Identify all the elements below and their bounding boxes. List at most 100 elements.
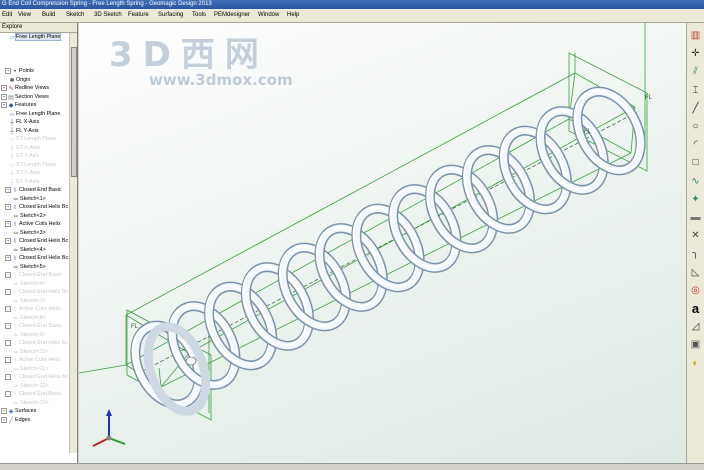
tree-item[interactable]: ┼ ST Y-Axis [9, 152, 39, 160]
menu-window[interactable]: Window [258, 12, 279, 18]
tree-item[interactable]: ▱ Free Length Plane [9, 110, 61, 118]
expand-toggle[interactable]: + [1, 408, 7, 414]
tree-item[interactable]: ✏Sketch<5> [13, 263, 45, 271]
expand-toggle[interactable]: + [5, 68, 11, 74]
menu-surfacing[interactable]: Surfacing [158, 12, 183, 18]
menu-sketch[interactable]: Sketch [66, 12, 84, 18]
expand-toggle[interactable]: + [5, 306, 11, 312]
fillet-icon[interactable]: ╮ [689, 247, 702, 260]
expand-toggle[interactable]: + [1, 102, 7, 108]
expand-toggle[interactable]: + [1, 93, 7, 100]
tree-item[interactable]: + • Points [5, 67, 34, 75]
sketch-icon: ✏ [13, 247, 19, 254]
menu-tools[interactable]: Tools [192, 12, 206, 18]
tree-item[interactable]: ✏Sketch<6> [13, 280, 45, 288]
tree-item[interactable]: + ⌇ Closed End Helix Bc [5, 254, 68, 262]
tree-item[interactable]: ✏Sketch<13> [13, 399, 48, 407]
cube-icon[interactable]: ▣ [689, 338, 702, 351]
rectangle-icon[interactable]: □ [689, 156, 702, 169]
arc-icon[interactable]: ◜ [689, 138, 702, 151]
tree-item[interactable]: ▱ ST Length Plane [9, 161, 56, 169]
tree-item[interactable]: ✏Sketch<4> [13, 246, 45, 254]
tree-item[interactable]: + ⌇ Closed End Helix Bc [5, 288, 68, 296]
tree-item[interactable]: + ⌇ Closed End Helix Bc [5, 373, 68, 381]
expand-toggle[interactable]: + [5, 374, 11, 380]
tree-item[interactable]: ✏Sketch<7> [13, 297, 45, 305]
menu-3d-sketch[interactable]: 3D Sketch [94, 12, 122, 18]
tree-item[interactable]: + ⌇ Closed End Basic [5, 390, 62, 398]
tree-item[interactable]: + ⌇ Active Coils Helix [5, 356, 61, 364]
tree-item[interactable]: ✏Sketch<1> [13, 195, 45, 203]
tree-item[interactable]: ✏Sketch<2> [13, 212, 45, 220]
explorer-scrollbar[interactable] [69, 33, 77, 453]
tree-item[interactable]: ✏Sketch<8> [13, 314, 45, 322]
3d-viewport[interactable]: FL FL FL 3D西网 www.3dmox.com [79, 23, 686, 463]
surfaces-icon: ◈ [8, 409, 14, 415]
expand-toggle[interactable]: + [5, 187, 11, 193]
tree-item[interactable]: ▱ Free Length Plane [9, 33, 62, 41]
expand-toggle[interactable]: + [5, 289, 11, 295]
tree-item[interactable]: ✏Sketch<12> [13, 382, 48, 390]
parallel-lines-icon[interactable]: ⫽ [689, 65, 702, 78]
tree-item-label: FL X-Axis [16, 119, 40, 125]
expand-toggle[interactable]: + [1, 85, 7, 91]
tree-item[interactable]: + ⌇ Closed End Basic [5, 186, 62, 194]
dimension-icon[interactable]: ⌶ [689, 84, 702, 97]
expand-toggle[interactable]: + [1, 416, 7, 423]
circle-red-icon[interactable]: ◎ [689, 284, 702, 297]
menu-help[interactable]: Help [287, 12, 299, 18]
expand-toggle[interactable]: + [5, 391, 11, 397]
tree-item[interactable]: ┼ FL X-Axis [9, 118, 39, 126]
expand-toggle[interactable]: + [5, 272, 11, 278]
expand-toggle[interactable]: + [5, 238, 11, 244]
expand-toggle[interactable]: + [5, 357, 11, 363]
tree-item[interactable]: ✏Sketch<3> [13, 229, 45, 237]
tree-item[interactable]: + ⌇ Closed End Helix Bc [5, 339, 68, 347]
expand-toggle[interactable]: + [5, 255, 11, 261]
tree-item[interactable]: ┼ ST X-Axis [9, 144, 40, 152]
tree-item[interactable]: + ◆ Features [1, 101, 36, 109]
tree-item[interactable]: ┼ ST X-Axis [9, 169, 40, 177]
expand-toggle[interactable]: + [5, 323, 11, 329]
triad-z-arrow [106, 409, 112, 416]
tree-item[interactable]: + ⌇ Active Coils Helix [5, 220, 61, 228]
scrollbar-thumb[interactable] [71, 47, 77, 177]
tree-item[interactable]: ▱ ST Length Plane [9, 135, 56, 143]
tree-item[interactable]: ✏Sketch<10> [13, 348, 48, 356]
cross-icon[interactable]: ✕ [689, 229, 702, 242]
star-point-icon[interactable]: ✦ [689, 193, 702, 206]
point-icon[interactable]: ✛ [689, 47, 702, 60]
tree-item[interactable]: ┼ FL Y-Axis [9, 127, 39, 135]
tree-item[interactable]: + ⌇ Closed End Basic [5, 322, 62, 330]
tree-item[interactable]: + ⌇ Closed End Helix Bc [5, 203, 68, 211]
circle-icon[interactable]: ○ [689, 120, 702, 133]
menu-feature[interactable]: Feature [128, 12, 149, 18]
tree-item[interactable]: + ▤Section Views [1, 93, 49, 101]
chart-icon[interactable]: ▥ [689, 29, 702, 42]
menu-view[interactable]: View [18, 12, 31, 18]
triangle-icon[interactable]: ◿ [689, 320, 702, 333]
tree-item[interactable]: ✱Origin [9, 76, 30, 84]
tree-item[interactable]: + ⌇ Closed End Helix Bc [5, 237, 68, 245]
spring-model[interactable]: FL FL FL [79, 23, 686, 463]
expand-toggle[interactable]: + [5, 221, 11, 227]
menu-edit[interactable]: Edit [2, 12, 12, 18]
expand-toggle[interactable]: + [5, 340, 11, 346]
tree-item[interactable]: + ◈ Surfaces [1, 407, 36, 415]
line-icon[interactable]: ╱ [689, 102, 702, 115]
tree-item[interactable]: + ╱ Edges [1, 416, 30, 424]
chamfer-icon[interactable]: ◺ [689, 266, 702, 279]
tree-item[interactable]: + ⌇ Closed End Basic [5, 271, 62, 279]
tree-item[interactable]: ✏Sketch<9> [13, 331, 45, 339]
tree-item[interactable]: ┼ ST Y-Axis [9, 178, 39, 186]
tree-item[interactable]: ✏Sketch<11> [13, 365, 48, 373]
text-icon[interactable]: a [689, 302, 702, 315]
color-icon[interactable]: ◐ [689, 357, 702, 370]
block-icon[interactable]: ▬ [689, 211, 702, 224]
tree-item[interactable]: + ⌇ Active Coils Helix [5, 305, 61, 313]
menu-pemdesigner[interactable]: PEMdesigner [214, 12, 250, 18]
tree-item[interactable]: + ✎Redline Views [1, 84, 49, 92]
spline-icon[interactable]: ∿ [689, 175, 702, 188]
expand-toggle[interactable]: + [5, 204, 11, 210]
menu-build[interactable]: Build [42, 12, 55, 18]
